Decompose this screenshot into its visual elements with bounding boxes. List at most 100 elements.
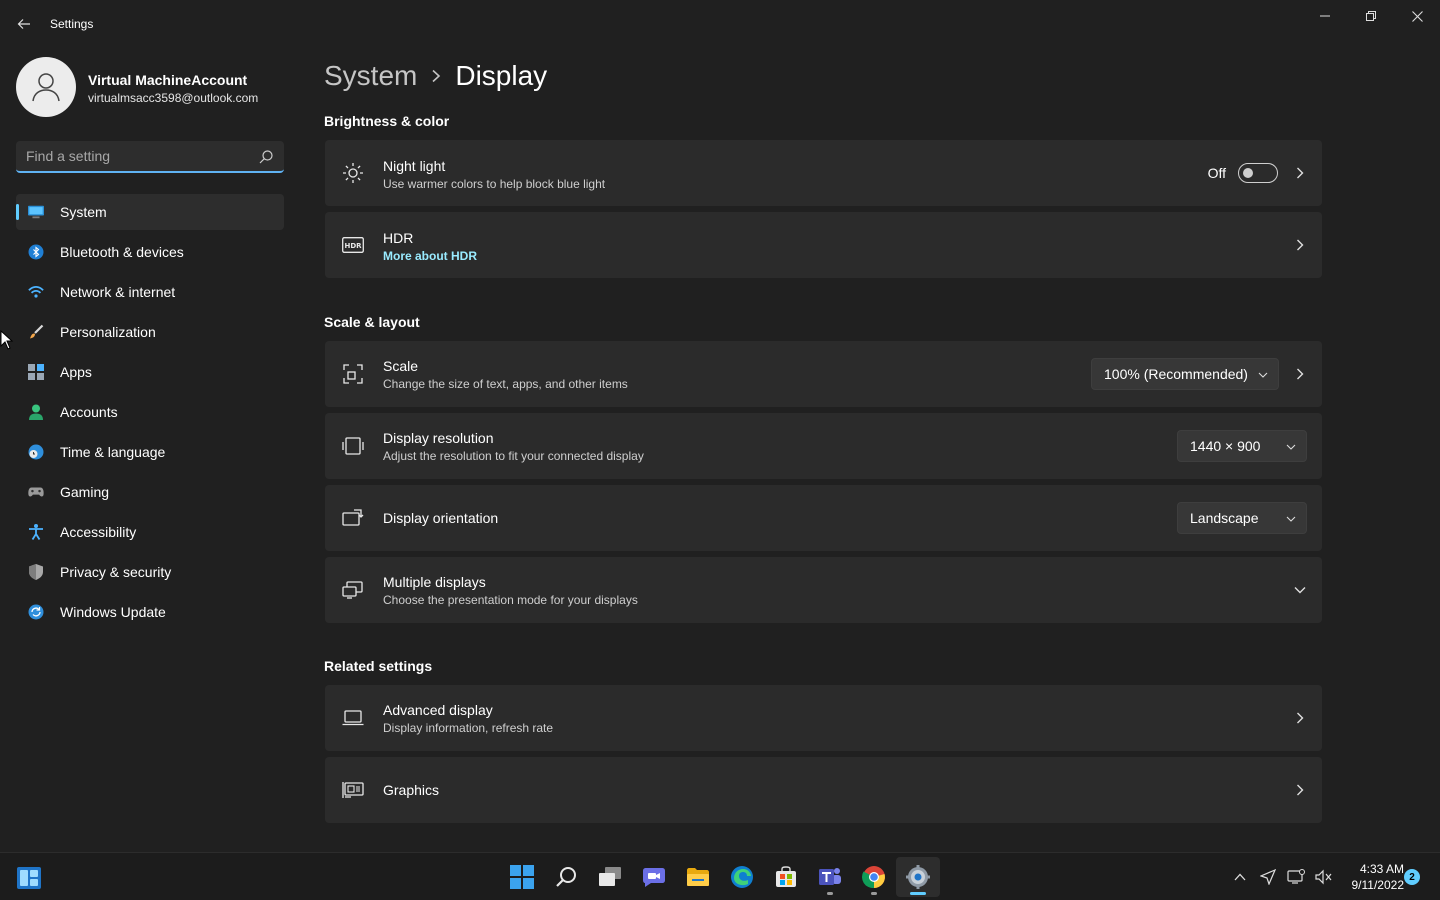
section-title-related: Related settings	[324, 658, 433, 674]
mouse-cursor-icon	[0, 330, 14, 350]
sidebar-item-privacy[interactable]: Privacy & security	[16, 554, 284, 590]
globe-clock-icon	[28, 444, 44, 460]
sun-icon	[341, 161, 365, 185]
sidebar-item-time-language[interactable]: Time & language	[16, 434, 284, 470]
back-button[interactable]	[12, 12, 36, 36]
gamepad-icon	[28, 484, 44, 500]
widgets-icon	[17, 867, 41, 889]
sidebar-item-label: Apps	[60, 364, 92, 380]
sidebar-item-label: Gaming	[60, 484, 110, 500]
person-icon	[32, 73, 60, 102]
search-icon	[259, 150, 273, 164]
chevron-down-icon[interactable]	[1292, 582, 1308, 598]
chevron-right-icon	[431, 69, 441, 83]
sidebar-item-bluetooth[interactable]: Bluetooth & devices	[16, 234, 284, 270]
chevron-up-icon	[1234, 873, 1246, 881]
taskbar-start-button[interactable]	[500, 857, 544, 897]
close-button[interactable]	[1394, 4, 1440, 28]
scale-dropdown[interactable]: 100% (Recommended)	[1091, 358, 1279, 390]
sidebar-item-apps[interactable]: Apps	[16, 354, 284, 390]
taskbar-clock[interactable]: 4:33 AM 9/11/2022	[1340, 861, 1405, 893]
scale-icon	[341, 362, 365, 386]
multiple-displays-card[interactable]: Multiple displays Choose the presentatio…	[325, 557, 1322, 623]
scale-value: 100% (Recommended)	[1104, 366, 1248, 382]
orientation-dropdown[interactable]: Landscape	[1177, 502, 1307, 534]
chevron-right-icon[interactable]	[1292, 165, 1308, 181]
taskbar-file-explorer-button[interactable]	[676, 857, 720, 897]
sidebar-item-accessibility[interactable]: Accessibility	[16, 514, 284, 550]
hdr-icon: HDR	[341, 233, 365, 257]
night-light-card[interactable]: Night light Use warmer colors to help bl…	[325, 140, 1322, 206]
sidebar-item-network[interactable]: Network & internet	[16, 274, 284, 310]
sidebar-item-label: Bluetooth & devices	[60, 244, 184, 260]
profile-email: virtualmsacc3598@outlook.com	[88, 91, 259, 105]
clock-time: 4:33 AM	[1359, 862, 1404, 876]
minimize-icon	[1320, 15, 1330, 17]
taskbar-settings-button[interactable]	[896, 857, 940, 897]
more-about-hdr-link[interactable]: More about HDR	[383, 249, 477, 263]
notification-badge[interactable]: 2	[1404, 869, 1420, 885]
taskbar-search-button[interactable]	[544, 857, 588, 897]
show-hidden-icons-button[interactable]	[1226, 865, 1254, 889]
sidebar-item-windows-update[interactable]: Windows Update	[16, 594, 284, 630]
advanced-display-card[interactable]: Advanced display Display information, re…	[325, 685, 1322, 751]
taskbar-task-view-button[interactable]	[588, 857, 632, 897]
sidebar-item-system[interactable]: System	[16, 194, 284, 230]
display-resolution-card[interactable]: Display resolution Adjust the resolution…	[325, 413, 1322, 479]
chevron-down-icon	[1258, 372, 1268, 378]
minimize-button[interactable]	[1302, 4, 1348, 28]
taskbar-apps	[500, 857, 940, 897]
card-title: Scale	[383, 358, 419, 374]
hdr-card[interactable]: HDR HDR More about HDR	[325, 212, 1322, 278]
active-indicator	[910, 892, 926, 895]
sidebar-item-label: System	[60, 204, 107, 220]
display-orientation-card[interactable]: Display orientation Landscape	[325, 485, 1322, 551]
card-subtitle: Adjust the resolution to fit your connec…	[383, 449, 644, 463]
card-title: Display resolution	[383, 430, 494, 446]
sidebar-item-gaming[interactable]: Gaming	[16, 474, 284, 510]
graphics-card[interactable]: Graphics	[325, 757, 1322, 823]
network-tray-button[interactable]	[1282, 865, 1310, 889]
taskbar-store-button[interactable]	[764, 857, 808, 897]
resolution-dropdown[interactable]: 1440 × 900	[1177, 430, 1307, 462]
sidebar-item-accounts[interactable]: Accounts	[16, 394, 284, 430]
scale-card[interactable]: Scale Change the size of text, apps, and…	[325, 341, 1322, 407]
search-box[interactable]	[16, 141, 284, 173]
app-title: Settings	[50, 17, 94, 31]
settings-icon	[906, 865, 930, 889]
restore-button[interactable]	[1348, 4, 1394, 28]
resolution-icon	[341, 434, 365, 458]
sidebar-item-personalization[interactable]: Personalization	[16, 314, 284, 350]
chevron-right-icon[interactable]	[1292, 782, 1308, 798]
user-profile[interactable]: Virtual MachineAccount virtualmsacc3598@…	[16, 57, 286, 117]
system-tray	[1226, 865, 1338, 889]
volume-muted-icon	[1315, 869, 1332, 885]
chevron-right-icon[interactable]	[1292, 710, 1308, 726]
taskbar-edge-button[interactable]	[720, 857, 764, 897]
sidebar-item-label: Windows Update	[60, 604, 166, 620]
night-light-toggle[interactable]	[1238, 163, 1278, 183]
bluetooth-icon	[28, 244, 44, 260]
chevron-down-icon	[1286, 516, 1296, 522]
monitor-icon	[28, 204, 44, 220]
person-icon	[28, 404, 44, 420]
wifi-icon	[28, 284, 44, 300]
task-view-icon	[599, 867, 621, 886]
widgets-button[interactable]	[16, 865, 42, 891]
taskbar-chrome-button[interactable]	[852, 857, 896, 897]
search-input[interactable]	[16, 141, 252, 171]
chevron-right-icon[interactable]	[1292, 366, 1308, 382]
file-explorer-icon	[687, 868, 709, 886]
taskbar-chat-button[interactable]	[632, 857, 676, 897]
network-icon	[1287, 869, 1305, 884]
sidebar-item-label: Time & language	[60, 444, 166, 460]
volume-tray-button[interactable]	[1310, 865, 1338, 889]
card-subtitle: Display information, refresh rate	[383, 721, 554, 735]
orientation-value: Landscape	[1190, 510, 1259, 526]
location-tray-button[interactable]	[1254, 865, 1282, 889]
breadcrumb-parent[interactable]: System	[324, 60, 417, 92]
card-title: Graphics	[383, 782, 440, 798]
taskbar-teams-button[interactable]	[808, 857, 852, 897]
chevron-right-icon[interactable]	[1292, 237, 1308, 253]
taskbar: 4:33 AM 9/11/2022 2	[0, 852, 1440, 900]
